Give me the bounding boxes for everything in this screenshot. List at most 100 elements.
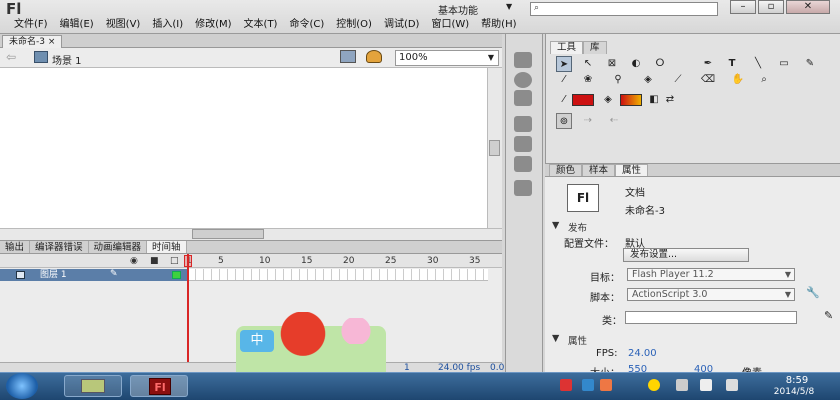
chevron-down-icon[interactable]: ▼ (552, 333, 559, 344)
maximize-button[interactable]: ▫ (758, 0, 784, 14)
code-snippets-icon[interactable] (514, 116, 532, 132)
size-width[interactable]: 550 (628, 364, 647, 372)
tab-tools[interactable]: 工具 (550, 41, 584, 54)
eye-icon[interactable]: ◉ (130, 256, 138, 266)
task-flash-button[interactable]: Fl (130, 375, 188, 397)
deco-tool-icon[interactable]: ❀ (580, 72, 596, 88)
frames-row[interactable] (188, 269, 488, 281)
vertical-scrollbar-thumb[interactable] (489, 140, 500, 156)
3d-rotation-tool-icon[interactable]: ◐ (628, 56, 644, 72)
stage-canvas[interactable] (0, 68, 487, 228)
tab-library[interactable]: 库 (583, 41, 607, 54)
tray-keyboard-icon[interactable] (582, 379, 594, 391)
menu-file[interactable]: 文件(F) (8, 17, 54, 33)
tab-motion-editor[interactable]: 动画编辑器 (89, 241, 148, 253)
menu-debug[interactable]: 调试(D) (378, 17, 426, 33)
target-select[interactable]: Flash Player 11.2 ▼ (627, 268, 795, 281)
close-button[interactable]: ✕ (786, 0, 830, 14)
task-explorer-button[interactable] (64, 375, 122, 397)
tab-timeline[interactable]: 时间轴 (147, 241, 187, 253)
horizontal-scrollbar-thumb[interactable] (192, 229, 264, 239)
edit-scene-icon[interactable] (366, 50, 382, 63)
lock-icon[interactable]: ■ (150, 256, 159, 266)
selection-tool-icon[interactable]: ➤ (556, 56, 572, 72)
menu-window[interactable]: 窗口(W) (425, 17, 475, 33)
properties-section-title[interactable]: 属性 (568, 333, 587, 347)
black-white-icon[interactable]: ◧ (646, 92, 662, 108)
bone-tool-icon[interactable]: ⚲ (610, 72, 626, 88)
swap-colors-icon[interactable]: ⇄ (662, 92, 678, 108)
eraser-tool-icon[interactable]: ⌫ (700, 72, 716, 88)
tray-volume-icon[interactable] (726, 379, 738, 391)
menu-insert[interactable]: 插入(I) (146, 17, 189, 33)
pencil-tool-icon[interactable]: ✎ (802, 56, 818, 72)
class-input[interactable] (625, 311, 797, 324)
align-panel-icon[interactable] (514, 52, 532, 68)
pencil-icon[interactable]: ✎ (110, 269, 118, 279)
tab-swatches[interactable]: 样本 (582, 164, 616, 176)
menu-view[interactable]: 视图(V) (100, 17, 147, 33)
tray-network-icon[interactable] (700, 379, 712, 391)
start-button[interactable] (6, 373, 38, 399)
clock-time[interactable]: 8:59 (772, 375, 822, 386)
wrench-icon[interactable]: 🔧 (806, 286, 820, 299)
lasso-tool-icon[interactable]: ⵔ (652, 56, 668, 72)
rectangle-tool-icon[interactable]: ▭ (776, 56, 792, 72)
color-panel-icon[interactable] (514, 72, 532, 88)
layer-color-icon[interactable] (172, 271, 181, 279)
chevron-down-icon[interactable]: ▼ (552, 220, 559, 231)
pen-tool-icon[interactable]: ✒ (700, 56, 716, 72)
publish-section-title[interactable]: 发布 (568, 220, 587, 234)
subselection-tool-icon[interactable]: ↖ (580, 56, 596, 72)
paint-bucket-tool-icon[interactable]: ◈ (640, 72, 656, 88)
tab-compiler-errors[interactable]: 编译器错误 (30, 241, 89, 253)
script-select[interactable]: ActionScript 3.0 ▼ (627, 288, 795, 301)
tab-properties[interactable]: 属性 (615, 164, 649, 176)
fill-color-swatch[interactable] (620, 94, 642, 106)
menu-text[interactable]: 文本(T) (238, 17, 284, 33)
tab-output[interactable]: 输出 (0, 241, 31, 253)
fps-value[interactable]: 24.00 (628, 348, 657, 359)
help-search-input[interactable]: ⌕ (530, 2, 718, 16)
zoom-tool-icon[interactable]: ⌕ (756, 72, 772, 88)
library-panel-icon[interactable] (514, 180, 532, 196)
edit-symbols-icon[interactable] (340, 50, 356, 63)
menu-edit[interactable]: 编辑(E) (54, 17, 100, 33)
pencil-icon[interactable]: ✎ (824, 309, 833, 322)
size-height[interactable]: 400 (694, 364, 713, 372)
line-tool-icon[interactable]: ╲ (750, 56, 766, 72)
free-transform-tool-icon[interactable]: ⊠ (604, 56, 620, 72)
layer-row[interactable] (0, 269, 188, 281)
zoom-select[interactable]: 100% ▼ (395, 50, 499, 66)
straighten-icon[interactable]: ⇠ (606, 113, 622, 129)
workspace-switcher[interactable]: 基本功能 (438, 2, 478, 17)
snap-to-objects-icon[interactable]: ⇢ (580, 113, 596, 129)
outline-icon[interactable]: □ (170, 256, 179, 266)
playhead[interactable] (187, 254, 189, 372)
object-drawing-icon[interactable]: ⊚ (556, 113, 572, 129)
menu-help[interactable]: 帮助(H) (475, 17, 522, 33)
components-icon[interactable] (514, 136, 532, 152)
menu-commands[interactable]: 命令(C) (283, 17, 330, 33)
layer-name[interactable]: 图层 1 (40, 269, 67, 281)
hand-tool-icon[interactable]: ✋ (730, 72, 746, 88)
eyedropper-tool-icon[interactable]: ⟋ (670, 72, 686, 88)
document-tab[interactable]: 未命名-3 × (2, 35, 63, 48)
motion-presets-icon[interactable] (514, 156, 532, 172)
scene-label[interactable]: 场景 1 (52, 52, 82, 67)
menu-modify[interactable]: 修改(M) (189, 17, 237, 33)
minimize-button[interactable]: – (730, 0, 756, 14)
tray-ime-icon[interactable] (600, 379, 612, 391)
brush-tool-icon[interactable]: ⁄ (556, 72, 572, 88)
clock-date[interactable]: 2014/5/8 (758, 387, 830, 397)
menu-control[interactable]: 控制(O) (330, 17, 378, 33)
back-arrow-icon[interactable]: ⇦ (6, 50, 16, 64)
tab-color[interactable]: 颜色 (549, 164, 583, 176)
chevron-down-icon[interactable]: ▼ (506, 2, 512, 11)
tray-ime-status-icon[interactable] (648, 379, 660, 391)
transform-panel-icon[interactable] (514, 90, 532, 106)
ime-mode-button[interactable]: 中 (240, 330, 274, 352)
tray-app-icon[interactable] (560, 379, 572, 391)
publish-settings-button[interactable]: 发布设置... (623, 248, 749, 262)
text-tool-icon[interactable]: T (724, 56, 740, 72)
